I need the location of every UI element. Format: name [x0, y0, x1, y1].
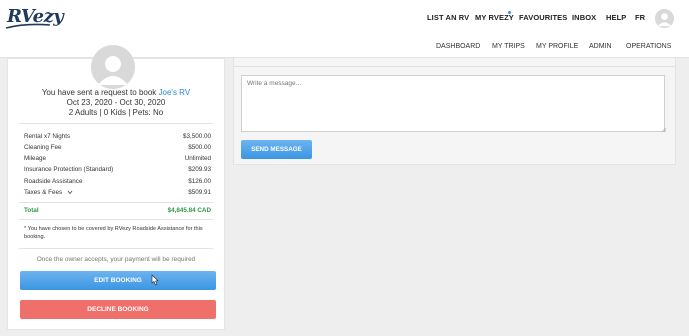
fee-value: $209.93 — [188, 166, 211, 173]
fee-row-taxes[interactable]: Taxes & Fees $509.91 — [24, 189, 211, 199]
nav-my-rvezy[interactable]: MY RVEZY — [475, 13, 514, 22]
total-row: Total $4,845.84 CAD — [24, 207, 211, 217]
edit-booking-button[interactable]: EDIT BOOKING — [20, 271, 216, 290]
fee-label: Rental x7 Nights — [24, 133, 71, 140]
resize-grip-icon[interactable] — [661, 127, 667, 133]
divider — [19, 123, 213, 124]
fee-value: $500.00 — [188, 144, 211, 151]
message-textarea[interactable] — [241, 75, 665, 132]
fee-row-insurance: Insurance Protection (Standard) $209.93 — [24, 166, 211, 176]
fee-row-cleaning: Cleaning Fee $500.00 — [24, 144, 211, 154]
fee-value: $3,500.00 — [182, 133, 211, 140]
divider — [234, 66, 675, 67]
nav-language-fr[interactable]: FR — [635, 13, 645, 22]
taxes-label: Taxes & Fees — [24, 189, 63, 196]
divider — [19, 248, 213, 249]
roadside-note: * You have chosen to be covered by RVezy… — [24, 226, 203, 240]
fee-label: Insurance Protection (Standard) — [24, 166, 114, 173]
divider — [19, 219, 213, 220]
nav-help[interactable]: HELP — [606, 13, 626, 22]
logo-swoosh-icon — [5, 23, 51, 29]
booking-summary-card: You have sent a request to book Joe's RV… — [7, 45, 225, 330]
owner-avatar-icon — [91, 45, 135, 89]
user-avatar-icon — [655, 9, 674, 28]
decline-booking-button[interactable]: DECLINE BOOKING — [20, 300, 216, 319]
fee-label: Taxes & Fees — [24, 189, 73, 196]
fee-value: Unlimited — [184, 155, 211, 162]
fee-label: Cleaning Fee — [24, 144, 62, 151]
fee-value: $509.91 — [188, 189, 211, 196]
owner-accept-note: Once the owner accepts, your payment wil… — [36, 256, 196, 263]
subnav-my-profile[interactable]: MY PROFILE — [536, 43, 578, 50]
booking-guests: 2 Adults | 0 Kids | Pets: No — [68, 108, 164, 117]
subnav-operations[interactable]: OPERATIONS — [626, 43, 671, 50]
total-value: $4,845.84 CAD — [167, 207, 211, 214]
subnav-my-trips[interactable]: MY TRIPS — [492, 43, 525, 50]
booking-request-line: You have sent a request to book Joe's RV — [8, 88, 224, 97]
rv-name-link[interactable]: Joe's RV — [159, 88, 191, 97]
booking-request-text: You have sent a request to book — [41, 88, 157, 97]
subnav-dashboard[interactable]: DASHBOARD — [436, 43, 480, 50]
fee-label: Mileage — [24, 155, 47, 162]
owner-avatar — [91, 45, 135, 89]
booking-dates: Oct 23, 2020 - Oct 30, 2020 — [66, 98, 166, 107]
chevron-down-icon[interactable] — [67, 190, 73, 195]
top-navbar: RVezy LIST AN RV MY RVEZY FAVOURITES INB… — [0, 0, 689, 38]
nav-inbox[interactable]: INBOX — [572, 13, 596, 22]
user-avatar[interactable] — [655, 9, 674, 28]
nav-list-an-rv[interactable]: LIST AN RV — [427, 13, 469, 22]
total-label: Total — [24, 207, 39, 214]
mouse-pointer-icon — [151, 274, 159, 286]
fee-label: Roadside Assistance — [24, 178, 83, 185]
divider — [19, 202, 213, 203]
fee-row-roadside: Roadside Assistance $126.00 — [24, 178, 211, 188]
fee-value: $126.00 — [188, 178, 211, 185]
nav-favourites[interactable]: FAVOURITES — [519, 13, 567, 22]
subnav-admin[interactable]: ADMIN — [589, 43, 612, 50]
notification-dot-icon — [508, 11, 511, 14]
fee-row-rental: Rental x7 Nights $3,500.00 — [24, 133, 211, 143]
message-card: SEND MESSAGE — [233, 58, 676, 165]
fee-row-mileage: Mileage Unlimited — [24, 155, 211, 165]
send-message-button[interactable]: SEND MESSAGE — [241, 140, 312, 159]
